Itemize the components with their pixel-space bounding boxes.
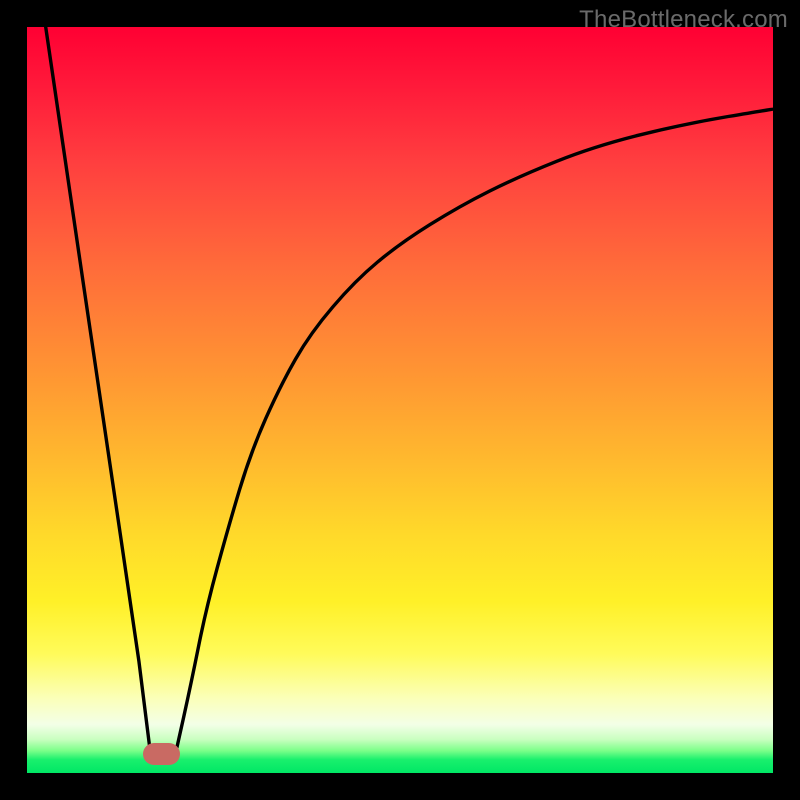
- curve-layer: [27, 27, 773, 773]
- optimum-marker: [143, 743, 180, 765]
- plot-area: [27, 27, 773, 773]
- bottleneck-curve: [46, 27, 773, 751]
- watermark-text: TheBottleneck.com: [579, 6, 788, 34]
- chart-frame: TheBottleneck.com: [0, 0, 800, 800]
